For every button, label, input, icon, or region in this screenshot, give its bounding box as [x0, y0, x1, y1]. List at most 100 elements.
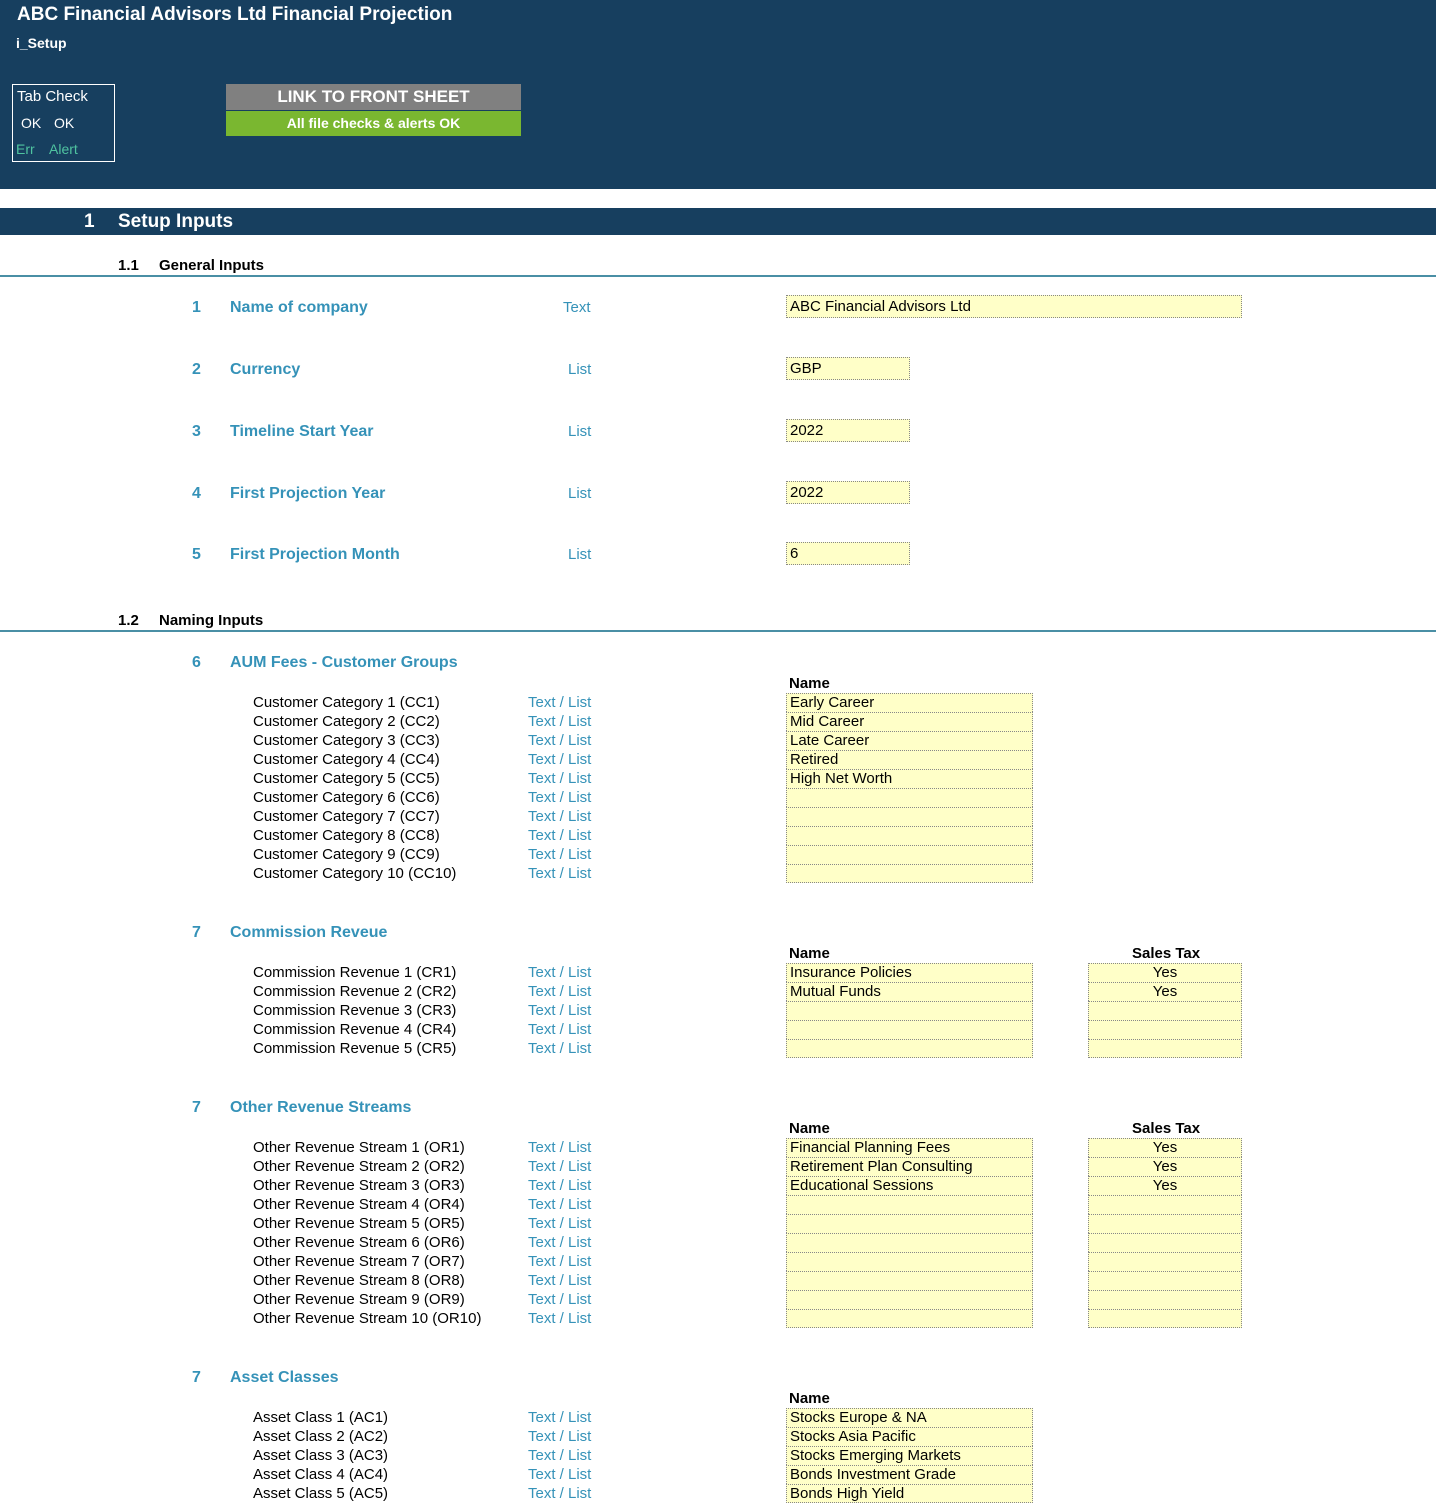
- row-label: Asset Class 2 (AC2): [253, 1428, 389, 1445]
- row-label: Other Revenue Stream 4 (OR4): [253, 1196, 465, 1213]
- input-number: 5: [192, 546, 201, 563]
- name-cell[interactable]: [786, 1309, 1033, 1328]
- row-label: Commission Revenue 4 (CR4): [253, 1021, 457, 1038]
- sales-tax-cell[interactable]: Yes: [1088, 1157, 1242, 1176]
- name-cell[interactable]: [786, 826, 1033, 845]
- name-cell[interactable]: [786, 1252, 1033, 1271]
- row-type: Text / List: [528, 694, 592, 711]
- sales-tax-cell[interactable]: [1088, 1252, 1242, 1271]
- row-type: Text / List: [528, 1215, 592, 1232]
- subsection-title-general: General Inputs: [159, 257, 265, 274]
- row-type: Text / List: [528, 1002, 592, 1019]
- row-type: Text / List: [528, 808, 592, 825]
- name-cell[interactable]: [786, 1233, 1033, 1252]
- name-cell[interactable]: [786, 788, 1033, 807]
- input-value-cell[interactable]: 2022: [786, 481, 910, 504]
- row-type: Text / List: [528, 1253, 592, 1270]
- sales-tax-cell[interactable]: [1088, 1001, 1242, 1020]
- name-cell[interactable]: Bonds Investment Grade: [786, 1465, 1033, 1484]
- row-label: Asset Class 1 (AC1): [253, 1409, 389, 1426]
- row-label: Commission Revenue 3 (CR3): [253, 1002, 457, 1019]
- sales-tax-cell[interactable]: [1088, 1290, 1242, 1309]
- subsection-title-naming: Naming Inputs: [159, 612, 264, 629]
- row-label: Customer Category 1 (CC1): [253, 694, 440, 711]
- name-cell[interactable]: [786, 1271, 1033, 1290]
- sales-tax-cell[interactable]: Yes: [1088, 963, 1242, 982]
- row-label: Other Revenue Stream 3 (OR3): [253, 1177, 465, 1194]
- name-column-header: Name: [789, 675, 830, 692]
- row-type: Text / List: [528, 789, 592, 806]
- sales-tax-cell[interactable]: [1088, 1195, 1242, 1214]
- sales-tax-cell[interactable]: Yes: [1088, 982, 1242, 1001]
- name-cell[interactable]: [786, 1020, 1033, 1039]
- row-label: Commission Revenue 1 (CR1): [253, 964, 457, 981]
- input-number: 2: [192, 361, 201, 378]
- subsection-number-naming: 1.2: [118, 612, 139, 629]
- name-column-header: Name: [789, 1120, 830, 1137]
- input-label: First Projection Year: [230, 485, 386, 502]
- name-cell[interactable]: [786, 1195, 1033, 1214]
- name-cell[interactable]: [786, 1039, 1033, 1058]
- name-cell[interactable]: Stocks Asia Pacific: [786, 1427, 1033, 1446]
- input-type: List: [568, 546, 592, 563]
- name-cell[interactable]: Late Career: [786, 731, 1033, 750]
- row-type: Text / List: [528, 1310, 592, 1327]
- name-cell[interactable]: [786, 807, 1033, 826]
- link-to-front-sheet-button[interactable]: LINK TO FRONT SHEET: [226, 84, 521, 110]
- sales-tax-cell[interactable]: [1088, 1271, 1242, 1290]
- name-cell[interactable]: Stocks Europe & NA: [786, 1408, 1033, 1427]
- workbook-title: ABC Financial Advisors Ltd Financial Pro…: [17, 4, 453, 25]
- row-label: Customer Category 4 (CC4): [253, 751, 440, 768]
- name-cell[interactable]: Mid Career: [786, 712, 1033, 731]
- name-cell[interactable]: Retired: [786, 750, 1033, 769]
- sales-tax-cell[interactable]: [1088, 1020, 1242, 1039]
- name-cell[interactable]: [786, 1290, 1033, 1309]
- name-cell[interactable]: [786, 1214, 1033, 1233]
- name-cell[interactable]: Retirement Plan Consulting: [786, 1157, 1033, 1176]
- name-cell[interactable]: Educational Sessions: [786, 1176, 1033, 1195]
- sales-tax-cell[interactable]: [1088, 1039, 1242, 1058]
- name-cell[interactable]: High Net Worth: [786, 769, 1033, 788]
- name-cell[interactable]: Financial Planning Fees: [786, 1138, 1033, 1157]
- input-value-cell[interactable]: 6: [786, 542, 910, 565]
- row-type: Text / List: [528, 1272, 592, 1289]
- name-cell[interactable]: [786, 864, 1033, 883]
- row-type: Text / List: [528, 1291, 592, 1308]
- tab-check-err-label: Err: [16, 141, 35, 157]
- row-type: Text / List: [528, 770, 592, 787]
- group-title: Other Revenue Streams: [230, 1099, 412, 1116]
- tab-check-title: Tab Check: [17, 88, 88, 105]
- group-number: 6: [192, 654, 201, 671]
- sales-tax-cell[interactable]: Yes: [1088, 1176, 1242, 1195]
- input-value-cell[interactable]: ABC Financial Advisors Ltd: [786, 295, 1242, 318]
- name-cell[interactable]: [786, 845, 1033, 864]
- sales-tax-cell[interactable]: [1088, 1233, 1242, 1252]
- row-type: Text / List: [528, 1466, 592, 1483]
- name-cell[interactable]: Insurance Policies: [786, 963, 1033, 982]
- group-number: 7: [192, 1099, 201, 1116]
- row-label: Other Revenue Stream 8 (OR8): [253, 1272, 465, 1289]
- row-label: Other Revenue Stream 10 (OR10): [253, 1310, 482, 1327]
- group-title: AUM Fees - Customer Groups: [230, 654, 458, 671]
- tab-check-ok-error: OK: [21, 115, 42, 131]
- name-cell[interactable]: Stocks Emerging Markets: [786, 1446, 1033, 1465]
- row-label: Other Revenue Stream 1 (OR1): [253, 1139, 465, 1156]
- row-label: Other Revenue Stream 2 (OR2): [253, 1158, 465, 1175]
- sales-tax-cell[interactable]: Yes: [1088, 1138, 1242, 1157]
- sales-tax-cell[interactable]: [1088, 1214, 1242, 1233]
- name-cell[interactable]: Bonds High Yield: [786, 1484, 1033, 1503]
- input-value-cell[interactable]: 2022: [786, 419, 910, 442]
- row-label: Other Revenue Stream 5 (OR5): [253, 1215, 465, 1232]
- name-cell[interactable]: [786, 1001, 1033, 1020]
- subsection-rule: [0, 630, 1436, 632]
- row-label: Customer Category 5 (CC5): [253, 770, 440, 787]
- name-cell[interactable]: Mutual Funds: [786, 982, 1033, 1001]
- sales-tax-cell[interactable]: [1088, 1309, 1242, 1328]
- name-cell[interactable]: Early Career: [786, 693, 1033, 712]
- input-value-cell[interactable]: GBP: [786, 357, 910, 380]
- row-label: Customer Category 3 (CC3): [253, 732, 440, 749]
- input-type: Text: [563, 299, 591, 316]
- row-type: Text / List: [528, 751, 592, 768]
- row-label: Asset Class 5 (AC5): [253, 1485, 389, 1502]
- row-label: Commission Revenue 2 (CR2): [253, 983, 457, 1000]
